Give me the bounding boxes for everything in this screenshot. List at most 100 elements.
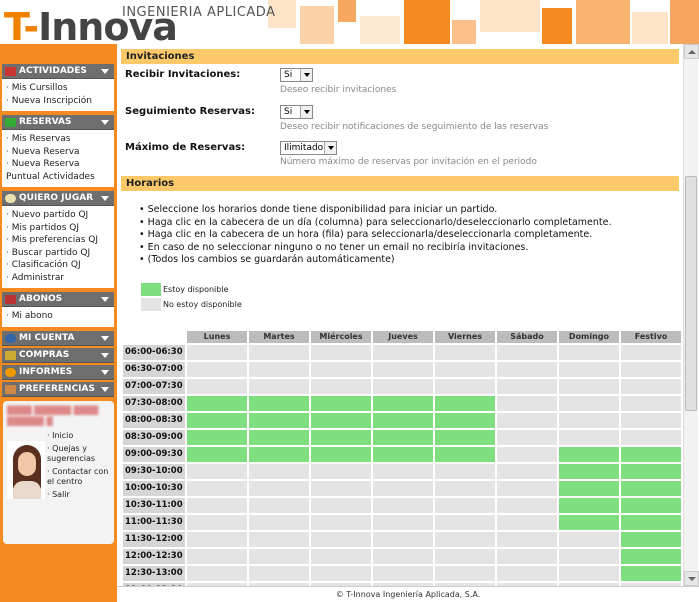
- menu-actividades[interactable]: ACTIVIDADES: [2, 64, 114, 79]
- availability-cell[interactable]: [373, 379, 433, 394]
- time-slot-header[interactable]: 06:30-07:00: [123, 362, 185, 377]
- link-nueva-reserva-puntual[interactable]: Nueva Reserva Puntual Actividades: [6, 158, 112, 183]
- availability-cell[interactable]: [249, 430, 309, 445]
- link-contactar[interactable]: Contactar con el centro: [47, 467, 113, 488]
- availability-cell[interactable]: [311, 566, 371, 581]
- availability-cell[interactable]: [497, 362, 557, 377]
- availability-cell[interactable]: [187, 362, 247, 377]
- link-salir[interactable]: Salir: [47, 490, 113, 501]
- menu-quiero-jugar[interactable]: QUIERO JUGAR: [2, 191, 114, 206]
- time-slot-header[interactable]: 07:30-08:00: [123, 396, 185, 411]
- availability-cell[interactable]: [497, 413, 557, 428]
- availability-cell[interactable]: [559, 532, 619, 547]
- availability-cell[interactable]: [373, 362, 433, 377]
- availability-cell[interactable]: [435, 362, 495, 377]
- time-slot-header[interactable]: 11:00-11:30: [123, 515, 185, 530]
- availability-cell[interactable]: [249, 345, 309, 360]
- time-slot-header[interactable]: 10:00-10:30: [123, 481, 185, 496]
- availability-cell[interactable]: [311, 362, 371, 377]
- availability-cell[interactable]: [187, 464, 247, 479]
- availability-cell[interactable]: [373, 396, 433, 411]
- day-header[interactable]: Domingo: [559, 331, 619, 343]
- day-header[interactable]: Miércoles: [311, 331, 371, 343]
- availability-cell[interactable]: [435, 430, 495, 445]
- availability-cell[interactable]: [621, 362, 681, 377]
- availability-cell[interactable]: [621, 464, 681, 479]
- day-header[interactable]: Festivo: [621, 331, 681, 343]
- availability-cell[interactable]: [621, 447, 681, 462]
- availability-cell[interactable]: [187, 396, 247, 411]
- availability-cell[interactable]: [373, 498, 433, 513]
- availability-cell[interactable]: [311, 345, 371, 360]
- availability-cell[interactable]: [435, 464, 495, 479]
- availability-cell[interactable]: [373, 447, 433, 462]
- availability-cell[interactable]: [435, 345, 495, 360]
- time-slot-header[interactable]: 10:30-11:00: [123, 498, 185, 513]
- time-slot-header[interactable]: 07:00-07:30: [123, 379, 185, 394]
- availability-cell[interactable]: [559, 515, 619, 530]
- availability-cell[interactable]: [373, 481, 433, 496]
- availability-cell[interactable]: [559, 345, 619, 360]
- availability-cell[interactable]: [497, 345, 557, 360]
- availability-cell[interactable]: [621, 345, 681, 360]
- availability-cell[interactable]: [621, 566, 681, 581]
- seguimiento-reservas-select[interactable]: Si: [280, 105, 313, 119]
- availability-cell[interactable]: [311, 532, 371, 547]
- availability-cell[interactable]: [621, 532, 681, 547]
- availability-cell[interactable]: [621, 498, 681, 513]
- availability-cell[interactable]: [249, 379, 309, 394]
- maximo-reservas-select[interactable]: Ilimitado: [280, 141, 337, 155]
- link-buscar-partido[interactable]: Buscar partido QJ: [6, 247, 112, 260]
- availability-cell[interactable]: [249, 464, 309, 479]
- availability-cell[interactable]: [559, 447, 619, 462]
- link-mis-cursillos[interactable]: Mis Cursillos: [6, 82, 112, 95]
- menu-informes[interactable]: INFORMES: [2, 364, 114, 380]
- link-mis-reservas[interactable]: Mis Reservas: [6, 133, 112, 146]
- link-mi-abono[interactable]: Mi abono: [6, 310, 112, 323]
- availability-cell[interactable]: [621, 515, 681, 530]
- availability-cell[interactable]: [435, 413, 495, 428]
- availability-cell[interactable]: [187, 430, 247, 445]
- availability-cell[interactable]: [311, 481, 371, 496]
- link-nuevo-partido[interactable]: Nuevo partido QJ: [6, 209, 112, 222]
- availability-cell[interactable]: [187, 447, 247, 462]
- availability-cell[interactable]: [249, 515, 309, 530]
- time-slot-header[interactable]: 08:00-08:30: [123, 413, 185, 428]
- availability-cell[interactable]: [249, 498, 309, 513]
- availability-cell[interactable]: [559, 498, 619, 513]
- availability-cell[interactable]: [559, 549, 619, 564]
- availability-cell[interactable]: [435, 396, 495, 411]
- availability-cell[interactable]: [497, 396, 557, 411]
- menu-compras[interactable]: COMPRAS: [2, 347, 114, 363]
- availability-cell[interactable]: [559, 481, 619, 496]
- availability-cell[interactable]: [435, 532, 495, 547]
- day-header[interactable]: Lunes: [187, 331, 247, 343]
- availability-cell[interactable]: [249, 566, 309, 581]
- availability-cell[interactable]: [187, 481, 247, 496]
- availability-cell[interactable]: [373, 549, 433, 564]
- menu-preferencias[interactable]: PREFERENCIAS: [2, 381, 114, 397]
- availability-cell[interactable]: [373, 532, 433, 547]
- availability-cell[interactable]: [497, 481, 557, 496]
- time-slot-header[interactable]: 09:30-10:00: [123, 464, 185, 479]
- day-header[interactable]: Jueves: [373, 331, 433, 343]
- availability-cell[interactable]: [373, 345, 433, 360]
- menu-abonos[interactable]: ABONOS: [2, 292, 114, 307]
- availability-cell[interactable]: [435, 515, 495, 530]
- availability-cell[interactable]: [497, 549, 557, 564]
- availability-cell[interactable]: [311, 413, 371, 428]
- availability-cell[interactable]: [187, 379, 247, 394]
- availability-cell[interactable]: [311, 447, 371, 462]
- availability-cell[interactable]: [621, 430, 681, 445]
- availability-cell[interactable]: [311, 464, 371, 479]
- availability-cell[interactable]: [497, 464, 557, 479]
- availability-cell[interactable]: [497, 447, 557, 462]
- availability-cell[interactable]: [621, 549, 681, 564]
- time-slot-header[interactable]: 08:30-09:00: [123, 430, 185, 445]
- availability-cell[interactable]: [311, 515, 371, 530]
- availability-cell[interactable]: [497, 515, 557, 530]
- link-quejas[interactable]: Quejas y sugerencias: [47, 444, 113, 465]
- availability-cell[interactable]: [311, 396, 371, 411]
- scroll-thumb[interactable]: [685, 176, 697, 411]
- link-mis-partidos[interactable]: Mis partidos QJ: [6, 222, 112, 235]
